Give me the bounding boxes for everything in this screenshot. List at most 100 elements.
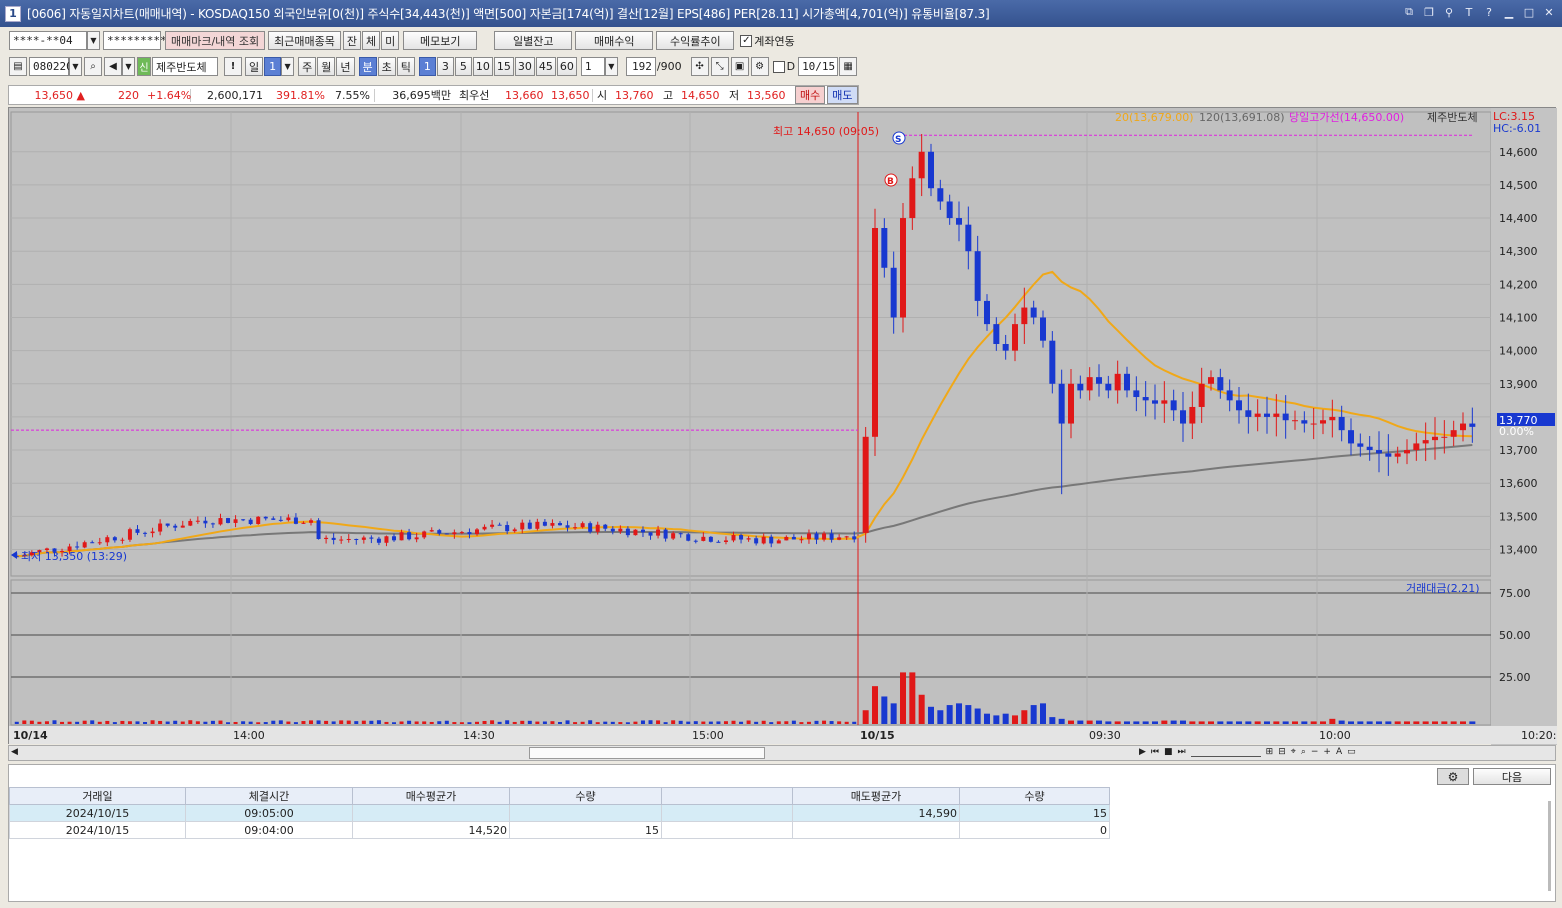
panel-settings-icon[interactable]: ⚙ — [1437, 768, 1469, 785]
col-exec-time[interactable]: 체결시간 — [185, 787, 353, 805]
candle-body — [309, 520, 314, 523]
tool-icon-c[interactable]: ⌖ — [1291, 747, 1296, 757]
zoom-slider[interactable] — [1190, 747, 1261, 757]
interval-30-button[interactable]: 30 — [514, 57, 535, 76]
period-day-multiplier[interactable]: 1 — [264, 57, 282, 76]
volume-bar — [241, 721, 246, 724]
multiplier-dropdown-icon[interactable]: ▼ — [604, 57, 618, 76]
col-sell-avg[interactable]: 매도평균가 — [792, 787, 960, 805]
table-row[interactable]: 2024/10/15 09:05:00 14,590 15 — [9, 804, 1110, 822]
period-year-button[interactable]: 년 — [336, 57, 355, 76]
volume-bar — [822, 720, 827, 724]
col-buy-avg[interactable]: 매수평균가 — [352, 787, 510, 805]
stock-code-input[interactable]: 080220 — [29, 57, 73, 76]
period-week-button[interactable]: 주 — [298, 57, 317, 76]
interval-15-button[interactable]: 15 — [493, 57, 514, 76]
high-label: 고 — [663, 89, 674, 102]
table-row[interactable]: 2024/10/15 09:04:00 14,520 15 0 — [9, 821, 1110, 839]
scroll-right-icon[interactable]: ▶ — [1139, 747, 1146, 757]
copy-window-icon[interactable]: ❐ — [1422, 5, 1436, 19]
interval-10-button[interactable]: 10 — [472, 57, 493, 76]
date-input[interactable]: 10/15 — [798, 57, 839, 76]
panel-scrollbar[interactable] — [1548, 801, 1551, 891]
next-button[interactable]: 다음 — [1473, 768, 1551, 785]
date-checkbox[interactable] — [772, 60, 785, 73]
period-day-button[interactable]: 일 — [245, 57, 264, 76]
maximize-icon[interactable]: □ — [1522, 5, 1536, 19]
daily-balance-button[interactable]: 일별잔고 — [494, 31, 573, 50]
period-second-button[interactable]: 초 — [377, 57, 396, 76]
period-tick-button[interactable]: 틱 — [396, 57, 415, 76]
text-size-icon[interactable]: T — [1462, 5, 1476, 19]
zoom-chart-icon[interactable]: ⤡ — [710, 57, 729, 76]
crosshair-icon[interactable]: ✣ — [690, 57, 709, 76]
time-tick-label: 10/14 — [13, 729, 48, 742]
app-number-icon[interactable]: 1 — [5, 5, 21, 22]
sell-button[interactable]: 매도 — [827, 86, 858, 104]
interval-1-button[interactable]: 1 — [418, 57, 436, 76]
close-icon[interactable]: ✕ — [1542, 5, 1556, 19]
return-trend-button[interactable]: 수익률추이 — [656, 31, 735, 50]
sound-dropdown-icon[interactable]: ▼ — [122, 57, 135, 76]
last-icon[interactable]: ⏭ — [1178, 747, 1186, 757]
calendar-icon[interactable]: ▦ — [839, 57, 858, 76]
multiplier-input[interactable]: 1 — [580, 57, 605, 76]
period-minute-button[interactable]: 분 — [358, 57, 377, 76]
trade-mark-query-button[interactable]: 매매마크/내역 조회 — [165, 31, 266, 50]
interval-45-button[interactable]: 45 — [535, 57, 556, 76]
volume-bar — [97, 721, 102, 724]
account-link-checkbox[interactable]: ✓ — [740, 34, 753, 47]
period-month-button[interactable]: 월 — [317, 57, 336, 76]
help-icon[interactable]: ? — [1482, 5, 1496, 19]
candle-body — [1021, 307, 1028, 325]
save-icon[interactable]: ▣ — [730, 57, 749, 76]
tool-icon-b[interactable]: ⊟ — [1278, 747, 1286, 757]
candle-body — [656, 529, 661, 536]
password-input[interactable]: ********* — [103, 31, 167, 50]
interval-3-button[interactable]: 3 — [436, 57, 454, 76]
col-buy-qty[interactable]: 수량 — [509, 787, 662, 805]
settings-icon[interactable]: ⚙ — [750, 57, 769, 76]
col-trade-date[interactable]: 거래일 — [9, 787, 186, 805]
unexecuted-button[interactable]: 미 — [381, 31, 400, 50]
interval-60-button[interactable]: 60 — [556, 57, 577, 76]
stock-code-dropdown-icon[interactable]: ▼ — [69, 57, 82, 76]
buy-button[interactable]: 매수 — [795, 86, 826, 104]
bar-count-input[interactable]: 192 — [625, 57, 656, 76]
cell-icon[interactable]: ▭ — [1347, 747, 1356, 757]
executed-button[interactable]: 체 — [362, 31, 381, 50]
alert-icon[interactable]: ! — [224, 57, 242, 76]
sound-icon[interactable]: ◀ — [104, 57, 122, 76]
plus-icon[interactable]: + — [1323, 747, 1331, 757]
account-input[interactable]: ****-**04 — [9, 31, 87, 50]
chart-scrollbar[interactable]: ◀ ▶ ⏮ ■ ⏭ ⊞ ⊟ ⌖ ⌕ − + A ▭ — [8, 745, 1556, 761]
scroll-left-icon[interactable]: ◀ — [11, 747, 18, 757]
scroll-thumb[interactable] — [529, 747, 765, 759]
account-dropdown-icon[interactable]: ▼ — [87, 31, 100, 50]
volume-bar — [595, 722, 600, 724]
zoom-icon[interactable]: ⌕ — [1301, 747, 1306, 757]
minimize-icon[interactable]: ▁ — [1502, 5, 1516, 19]
volume-bar — [1404, 721, 1410, 724]
pin-icon[interactable]: ⚲ — [1442, 5, 1456, 19]
period-dropdown-icon[interactable]: ▼ — [281, 57, 295, 76]
stock-list-icon[interactable]: ▤ — [9, 57, 27, 76]
candlestick-chart[interactable]: 14,600 14,500 14,400 14,300 14,200 14,100 14,0… — [9, 108, 1562, 745]
stop-icon[interactable]: ■ — [1164, 747, 1173, 757]
candle-body — [1254, 413, 1261, 417]
chart-area[interactable]: 14,600 14,500 14,400 14,300 14,200 14,100 14,0… — [8, 107, 1562, 745]
volume-bar — [1142, 721, 1149, 724]
recent-trades-button[interactable]: 최근매매종목 — [268, 31, 341, 50]
text-tool-icon[interactable]: A — [1336, 747, 1342, 757]
link-icon[interactable]: ⧉ — [1402, 5, 1416, 19]
trade-profit-button[interactable]: 매매수익 — [575, 31, 654, 50]
search-icon[interactable]: ⌕ — [84, 57, 102, 76]
tool-icon-a[interactable]: ⊞ — [1266, 747, 1274, 757]
first-icon[interactable]: ⏮ — [1151, 747, 1159, 757]
interval-5-button[interactable]: 5 — [454, 57, 472, 76]
memo-view-button[interactable]: 메모보기 — [403, 31, 478, 50]
minus-icon[interactable]: − — [1311, 747, 1319, 757]
col-sell-qty[interactable]: 수량 — [959, 787, 1110, 805]
candle-body — [588, 523, 593, 532]
balance-button[interactable]: 잔 — [342, 31, 362, 50]
